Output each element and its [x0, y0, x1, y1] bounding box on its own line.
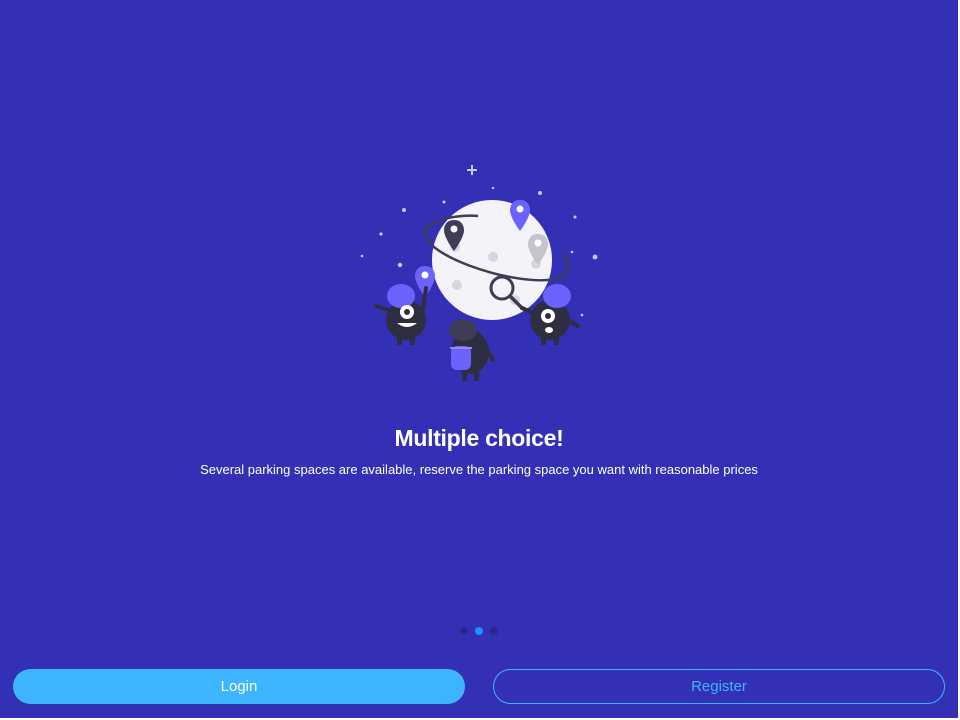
page-dot-3[interactable]: [490, 627, 498, 635]
moon-with-map-pins-illustration: [360, 165, 598, 381]
register-button[interactable]: Register: [493, 669, 945, 704]
login-button[interactable]: Login: [13, 669, 465, 704]
page-indicator: [0, 627, 958, 635]
page-dot-2-active[interactable]: [475, 627, 483, 635]
page-dot-1[interactable]: [460, 627, 468, 635]
onboarding-screen: Multiple choice! Several parking spaces …: [0, 0, 960, 720]
onboarding-title: Multiple choice!: [394, 425, 564, 451]
onboarding-description: Several parking spaces are available, re…: [200, 462, 758, 477]
